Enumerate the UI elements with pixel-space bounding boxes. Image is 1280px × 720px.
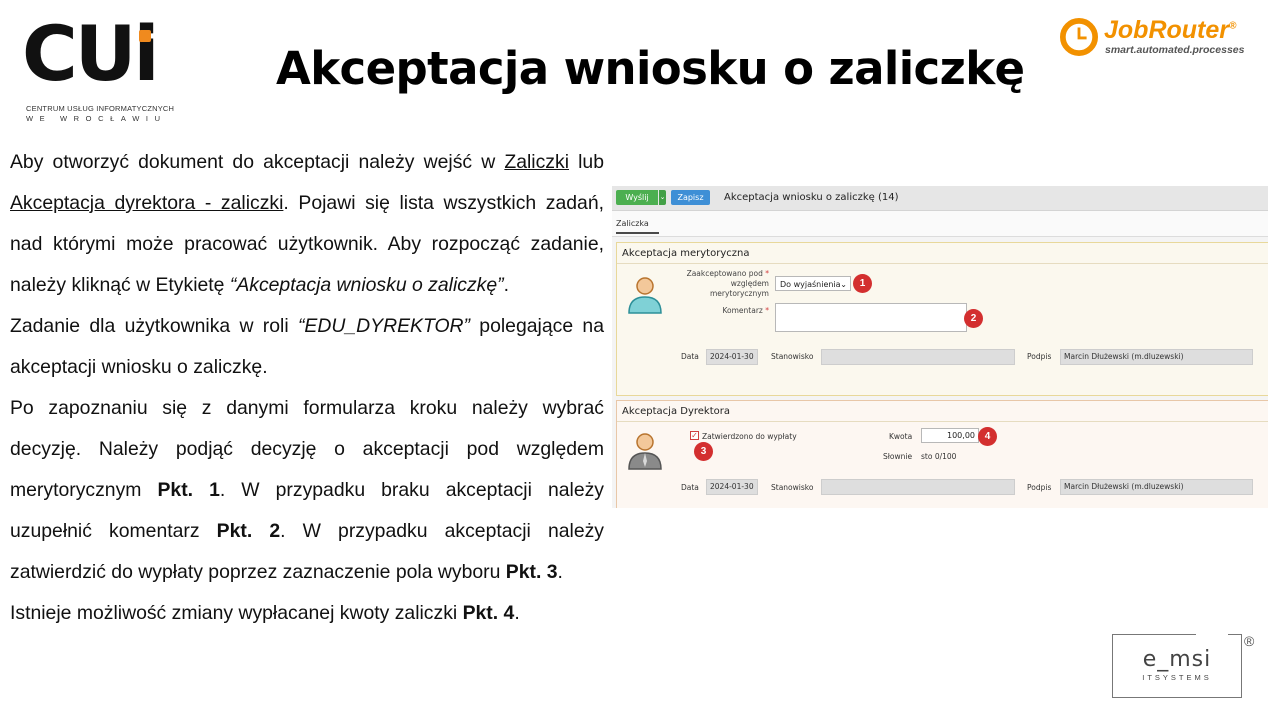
text-run: lub (569, 151, 604, 173)
label-line: merytorycznym (709, 289, 769, 298)
send-button[interactable]: Wyślij (616, 190, 658, 205)
decision-select[interactable]: Do wyjaśnienia ⌄ (775, 276, 851, 291)
position-label: Stanowisko (771, 352, 814, 361)
text-run: Aby otworzyć dokument do akceptacji nale… (10, 151, 505, 173)
required-mark: * (765, 306, 769, 315)
position-label: Stanowisko (771, 483, 814, 492)
pkt-1: Pkt. 1 (157, 479, 220, 501)
tab-zaliczka[interactable]: Zaliczka (616, 219, 659, 234)
decision-label: Zaakceptowano pod * względem merytoryczn… (675, 269, 769, 299)
date-label: Data (681, 352, 699, 361)
jobrouter-reg-mark: ® (1229, 20, 1237, 32)
emsi-reg-mark: ® (1244, 633, 1255, 649)
jobrouter-mark-icon (1060, 18, 1098, 56)
user-avatar-icon (628, 277, 662, 314)
cui-logo-subtitle: CENTRUM USŁUG INFORMATYCZNYCH (26, 104, 175, 113)
tab-bar: Zaliczka (612, 211, 1268, 237)
emsi-logo-word: e_msi (1142, 647, 1212, 672)
jobrouter-name: JobRouter (1104, 16, 1229, 44)
send-dropdown-icon[interactable]: ⌄ (659, 190, 666, 205)
signature-field: Marcin Dłużewski (m.dluzewski) (1060, 349, 1253, 365)
signature-field: Marcin Dłużewski (m.dluzewski) (1060, 479, 1253, 495)
position-field (821, 479, 1015, 495)
divider (617, 421, 1268, 422)
panel-akceptacja-dyrektora: Akceptacja Dyrektora ✓ Zatwierdzono do w… (616, 400, 1268, 508)
page-title: Akceptacja wniosku o zaliczkę (276, 42, 1025, 95)
jobrouter-logo: JobRouter® smart.automated.processes (1058, 16, 1258, 60)
panel-title: Akceptacja Dyrektora (622, 406, 730, 417)
text-run: . (557, 561, 563, 583)
comment-textarea[interactable] (775, 303, 967, 332)
approve-checkbox[interactable]: ✓ (690, 431, 699, 440)
text-run: Zadanie dla użytkownika w roli (10, 315, 298, 337)
pkt-3: Pkt. 3 (505, 561, 558, 583)
paragraph-4: Istnieje możliwość zmiany wypłacanej kwo… (10, 593, 604, 634)
label-text: Komentarz (722, 306, 763, 315)
jobrouter-tagline: smart.automated.processes (1105, 44, 1245, 56)
comment-label: Komentarz * (675, 306, 769, 315)
step-badge-4: 4 (978, 427, 997, 446)
pkt-2: Pkt. 2 (216, 520, 281, 542)
label-line: względem (730, 279, 769, 288)
director-avatar-icon (628, 433, 662, 470)
link-zaliczki[interactable]: Zaliczki (504, 151, 569, 173)
paragraph-2: Zadanie dla użytkownika w roli “EDU_DYRE… (10, 306, 604, 388)
words-value: sto 0/100 (921, 452, 957, 461)
cui-logo: CUi CENTRUM USŁUG INFORMATYCZNYCH WE WRO… (20, 16, 174, 126)
decision-select-value: Do wyjaśnienia (780, 280, 841, 289)
role-name: “EDU_DYREKTOR” (297, 315, 470, 337)
instructions-text: Aby otworzyć dokument do akceptacji nale… (10, 142, 604, 634)
paragraph-3: Po zapoznaniu się z danymi formularza kr… (10, 388, 604, 593)
date-field: 2024-01-30 (706, 479, 758, 495)
required-mark: * (765, 269, 769, 278)
chevron-down-icon: ⌄ (840, 280, 847, 289)
save-button[interactable]: Zapisz (671, 190, 710, 205)
panel-akceptacja-merytoryczna: Akceptacja merytoryczna Zaakceptowano po… (616, 242, 1268, 396)
amount-input[interactable]: 100,00 (921, 428, 979, 443)
signature-label: Podpis (1027, 352, 1052, 361)
divider (617, 263, 1268, 264)
date-field: 2024-01-30 (706, 349, 758, 365)
emsi-logo-gap (1196, 631, 1228, 637)
emsi-logo-sub: ITSYSTEMS (1142, 673, 1212, 682)
link-akceptacja-dyrektora[interactable]: Akceptacja dyrektora - zaliczki (10, 192, 283, 214)
cui-logo-word: CUi (22, 9, 160, 98)
text-run: Istnieje możliwość zmiany wypłacanej kwo… (10, 602, 463, 624)
words-label: Słownie (883, 452, 913, 461)
text-run: . (514, 602, 520, 624)
text-run: . (503, 274, 509, 296)
approve-checkbox-label: Zatwierdzono do wypłaty (702, 432, 797, 441)
step-badge-1: 1 (853, 274, 872, 293)
step-badge-2: 2 (964, 309, 983, 328)
step-badge-3: 3 (694, 442, 713, 461)
label-line: Zaakceptowano pod (686, 269, 763, 278)
position-field (821, 349, 1015, 365)
amount-label: Kwota (889, 432, 913, 441)
window-title: Akceptacja wniosku o zaliczkę (14) (724, 192, 899, 203)
toolbar: Wyślij ⌄ Zapisz Akceptacja wniosku o zal… (612, 186, 1268, 211)
cui-logo-dot (139, 30, 151, 42)
signature-label: Podpis (1027, 483, 1052, 492)
date-label: Data (681, 483, 699, 492)
cui-logo-city: WE WROCŁAWIU (26, 114, 167, 123)
panel-title: Akceptacja merytoryczna (622, 248, 750, 259)
paragraph-1: Aby otworzyć dokument do akceptacji nale… (10, 142, 604, 306)
pkt-4: Pkt. 4 (462, 602, 515, 624)
label-quote: “Akceptacja wniosku o zaliczkę” (229, 274, 504, 296)
form-screenshot: Wyślij ⌄ Zapisz Akceptacja wniosku o zal… (612, 186, 1268, 508)
